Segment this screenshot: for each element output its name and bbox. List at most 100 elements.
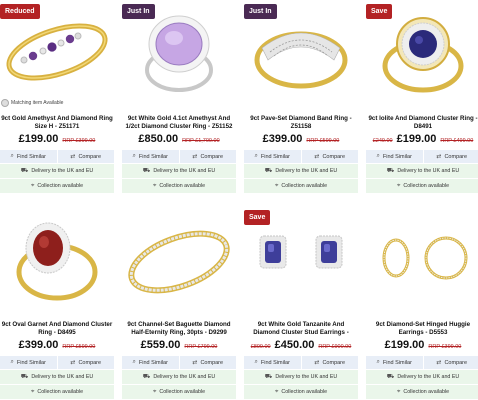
product-title[interactable]: 9ct Pave-Set Diamond Band Ring - Z51158 <box>244 115 358 131</box>
product-card[interactable]: Just In 9ct White Gold 4.1ct Amethyst An… <box>122 0 236 200</box>
collection-info: ⌖ Collection available <box>0 179 114 193</box>
find-similar-button[interactable]: ⌕ Find Similar <box>0 356 57 369</box>
compare-icon: ⇄ <box>436 360 442 366</box>
delivery-info: ⛟ Delivery to the UK and EU <box>0 164 114 178</box>
card-actions: ⌕ Find Similar ⇄ Compare <box>366 150 478 163</box>
compare-icon: ⇄ <box>314 154 320 160</box>
find-similar-button[interactable]: ⌕ Find Similar <box>366 356 423 369</box>
location-pin-icon: ⌖ <box>30 388 35 395</box>
compare-button[interactable]: ⇄ Compare <box>56 356 115 369</box>
compare-button[interactable]: ⇄ Compare <box>300 150 359 163</box>
product-title[interactable]: 9ct Channel-Set Baguette Diamond Half-Et… <box>122 321 236 337</box>
rrp-price: RRP £799.00 <box>184 344 218 350</box>
product-title[interactable]: 9ct White Gold Tanzanite And Diamond Clu… <box>244 321 358 337</box>
save-badge: Save <box>244 210 271 225</box>
product-card[interactable]: Save 9ct White Gold Tanzanite And Diamon… <box>244 206 358 400</box>
collection-info: ⌖ Collection available <box>366 385 478 399</box>
collection-info: ⌖ Collection available <box>366 179 478 193</box>
search-icon: ⌕ <box>10 359 14 365</box>
product-price: £559.00 <box>140 339 181 351</box>
truck-icon: ⛟ <box>142 168 151 174</box>
compare-button[interactable]: ⇄ Compare <box>178 150 237 163</box>
product-price: £199.00 <box>18 133 59 145</box>
price-row: £249.00 £199.00 RRP £499.00 <box>366 133 478 145</box>
location-pin-icon: ⌖ <box>274 388 279 395</box>
compare-button[interactable]: ⇄ Compare <box>178 356 237 369</box>
card-actions: ⌕ Find Similar ⇄ Compare <box>366 356 478 369</box>
search-icon: ⌕ <box>10 153 14 159</box>
product-price: £399.00 <box>18 339 59 351</box>
product-image-huggie-earrings[interactable] <box>366 206 478 312</box>
compare-icon: ⇄ <box>70 154 76 160</box>
card-actions: ⌕ Find Similar ⇄ Compare <box>122 150 236 163</box>
product-price: £450.00 <box>274 339 315 351</box>
compare-icon: ⇄ <box>192 154 198 160</box>
truck-icon: ⛟ <box>386 374 395 380</box>
product-title[interactable]: 9ct Gold Amethyst And Diamond Ring Size … <box>0 115 114 131</box>
price-row: £559.00 RRP £799.00 <box>122 339 236 351</box>
price-row: £850.00 RRP £1,700.00 <box>122 133 236 145</box>
truck-icon: ⛟ <box>264 374 273 380</box>
delivery-info: ⛟ Delivery to the UK and EU <box>366 164 478 178</box>
truck-icon: ⛟ <box>386 168 395 174</box>
delivery-info: ⛟ Delivery to the UK and EU <box>122 164 236 178</box>
truck-icon: ⛟ <box>20 168 29 174</box>
compare-button[interactable]: ⇄ Compare <box>422 150 478 163</box>
card-actions: ⌕ Find Similar ⇄ Compare <box>122 356 236 369</box>
find-similar-button[interactable]: ⌕ Find Similar <box>122 150 179 163</box>
rrp-price: RRP £399.00 <box>62 138 96 144</box>
was-price: £249.00 <box>372 138 393 144</box>
product-price: £199.00 <box>396 133 437 145</box>
product-card[interactable]: 9ct Diamond-Set Hinged Huggie Earrings -… <box>366 206 478 400</box>
truck-icon: ⛟ <box>20 374 29 380</box>
product-card[interactable]: 9ct Channel-Set Baguette Diamond Half-Et… <box>122 206 236 400</box>
was-price: £899.00 <box>250 344 271 350</box>
product-title[interactable]: 9ct Iolite And Diamond Cluster Ring - D8… <box>366 115 478 131</box>
product-title[interactable]: 9ct Oval Garnet And Diamond Cluster Ring… <box>0 321 114 337</box>
find-similar-button[interactable]: ⌕ Find Similar <box>122 356 179 369</box>
price-row: £399.00 RRP £599.00 <box>0 339 114 351</box>
rrp-price: RRP £1,700.00 <box>182 138 220 144</box>
compare-icon: ⇄ <box>70 360 76 366</box>
search-icon: ⌕ <box>254 153 258 159</box>
matching-item-icon <box>1 99 9 107</box>
find-similar-button[interactable]: ⌕ Find Similar <box>0 150 57 163</box>
product-price: £199.00 <box>384 339 425 351</box>
search-icon: ⌕ <box>376 153 380 159</box>
product-card[interactable]: Just In 9ct Pave-Set Diamond Band Ring -… <box>244 0 358 200</box>
compare-button[interactable]: ⇄ Compare <box>300 356 359 369</box>
price-row: £199.00 RRP £399.00 <box>0 133 114 145</box>
find-similar-button[interactable]: ⌕ Find Similar <box>244 356 301 369</box>
collection-info: ⌖ Collection available <box>122 385 236 399</box>
just-in-badge: Just In <box>244 4 277 19</box>
compare-button[interactable]: ⇄ Compare <box>56 150 115 163</box>
search-icon: ⌕ <box>376 359 380 365</box>
product-card[interactable]: Save 9ct Iolite And Diamond Cluster Ring… <box>366 0 478 200</box>
find-similar-button[interactable]: ⌕ Find Similar <box>366 150 423 163</box>
search-icon: ⌕ <box>132 153 136 159</box>
compare-button[interactable]: ⇄ Compare <box>422 356 478 369</box>
location-pin-icon: ⌖ <box>152 388 157 395</box>
product-image-garnet-cluster-ring[interactable] <box>0 206 114 312</box>
rrp-price: RRP £599.00 <box>62 344 96 350</box>
price-row: £899.00 £450.00 RRP £900.00 <box>244 339 358 351</box>
delivery-info: ⛟ Delivery to the UK and EU <box>244 370 358 384</box>
product-title[interactable]: 9ct Diamond-Set Hinged Huggie Earrings -… <box>366 321 478 337</box>
search-icon: ⌕ <box>132 359 136 365</box>
compare-icon: ⇄ <box>314 360 320 366</box>
reduced-badge: Reduced <box>0 4 40 19</box>
find-similar-button[interactable]: ⌕ Find Similar <box>244 150 301 163</box>
product-grid: Reduced Matching item Available 9ct Gold… <box>0 0 478 400</box>
product-image-baguette-eternity-ring[interactable] <box>122 206 236 312</box>
truck-icon: ⛟ <box>142 374 151 380</box>
save-badge: Save <box>366 4 393 19</box>
delivery-info: ⛟ Delivery to the UK and EU <box>244 164 358 178</box>
just-in-badge: Just In <box>122 4 155 19</box>
rrp-price: RRP £900.00 <box>318 344 352 350</box>
product-card[interactable]: 9ct Oval Garnet And Diamond Cluster Ring… <box>0 206 114 400</box>
card-actions: ⌕ Find Similar ⇄ Compare <box>244 150 358 163</box>
collection-info: ⌖ Collection available <box>122 179 236 193</box>
matching-item-label[interactable]: Matching item Available <box>1 98 63 108</box>
product-card[interactable]: Reduced Matching item Available 9ct Gold… <box>0 0 114 200</box>
product-title[interactable]: 9ct White Gold 4.1ct Amethyst And 1/2ct … <box>122 115 236 131</box>
